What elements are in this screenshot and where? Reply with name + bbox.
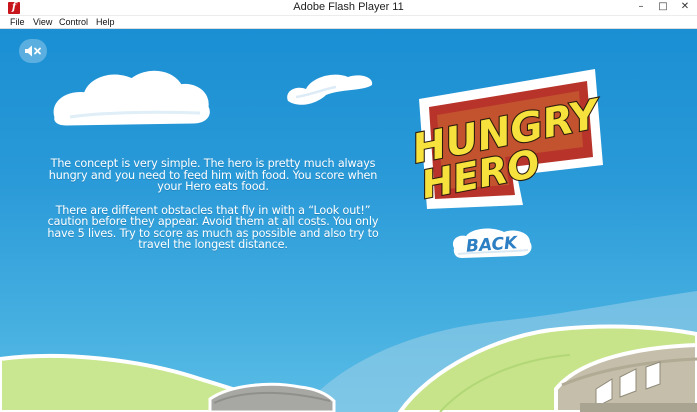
window-title: Adobe Flash Player 11 (293, 1, 404, 13)
instructions-paragraph: There are different obstacles that fly i… (47, 203, 379, 251)
minimize-button[interactable]: – (630, 0, 652, 14)
menu-view[interactable]: View (33, 16, 52, 28)
menu-control[interactable]: Control (59, 16, 88, 28)
speaker-muted-icon (25, 45, 41, 57)
sound-toggle-button[interactable] (19, 39, 47, 63)
game-stage: The concept is very simple. The hero is … (0, 29, 697, 412)
instructions-paragraph: The concept is very simple. The hero is … (48, 157, 378, 193)
instructions-text: The concept is very simple. The hero is … (38, 158, 388, 263)
game-logo: HUNGRY HERO (408, 69, 607, 209)
close-button[interactable]: ✕ (674, 0, 696, 14)
maximize-button[interactable]: □ (652, 0, 674, 14)
back-button-label: BACK (465, 233, 519, 257)
menu-help[interactable]: Help (96, 16, 115, 28)
back-button[interactable]: BACK (448, 224, 536, 264)
menu-file[interactable]: File (10, 16, 25, 28)
cloud (287, 74, 373, 105)
title-bar: f Adobe Flash Player 11 – □ ✕ (0, 0, 697, 16)
cloud (53, 70, 210, 126)
menu-bar: File View Control Help (0, 16, 697, 29)
